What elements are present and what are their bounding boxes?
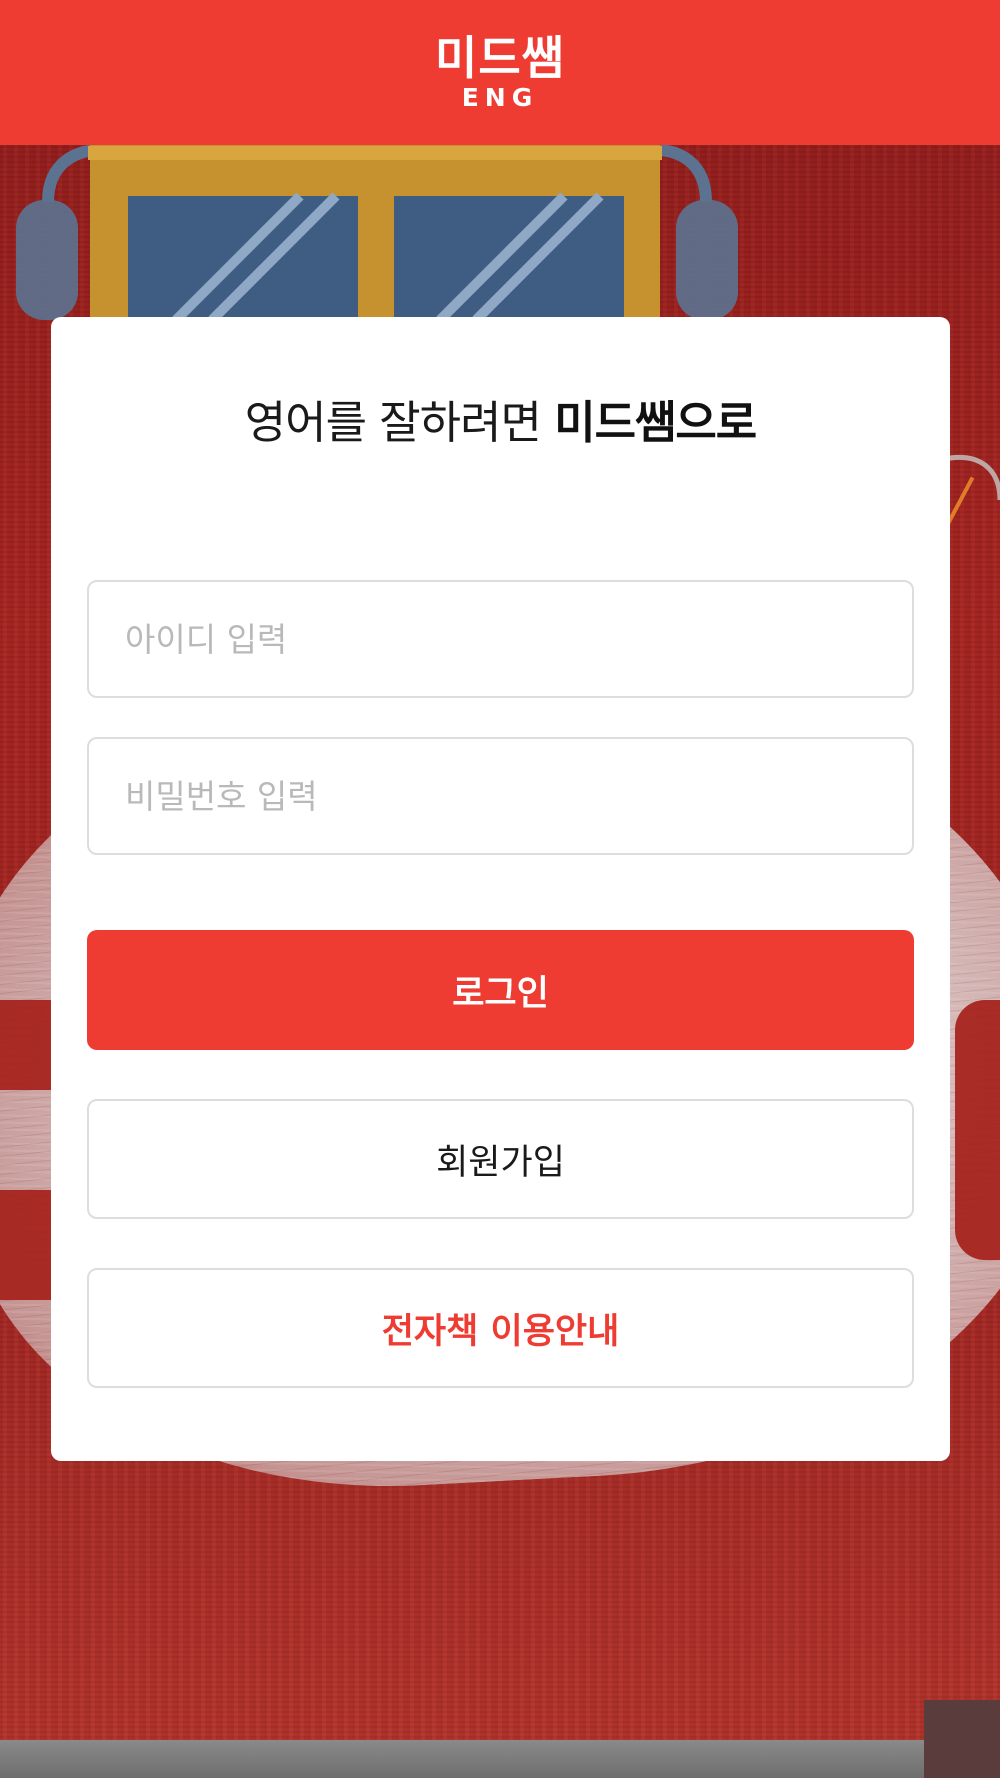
login-tagline: 영어를 잘하려면 미드쌤으로	[51, 395, 950, 451]
logo-subtitle: ENG	[461, 82, 539, 112]
background-bottom-corner	[924, 1700, 1000, 1778]
app-header: 미드쌤 ENG	[0, 0, 1000, 145]
tagline-brand: 미드쌤으로	[554, 396, 757, 449]
login-card: 영어를 잘하려면 미드쌤으로 로그인 회원가입 전자책 이용안내	[51, 317, 950, 1461]
login-button[interactable]: 로그인	[87, 930, 914, 1050]
signup-button[interactable]: 회원가입	[87, 1099, 914, 1219]
signup-button-label: 회원가입	[436, 1142, 565, 1183]
background-letter-right	[955, 1000, 1000, 1260]
login-button-label: 로그인	[452, 973, 549, 1014]
ebook-guide-button-label: 전자책 이용안내	[381, 1311, 620, 1352]
background-bottom-strip	[0, 1740, 1000, 1778]
password-input[interactable]	[87, 737, 914, 855]
logo-wordmark: 미드쌤	[435, 30, 565, 85]
glasses-illustration	[16, 142, 738, 320]
user-id-input[interactable]	[87, 580, 914, 698]
ebook-guide-button[interactable]: 전자책 이용안내	[87, 1268, 914, 1388]
tagline-prefix: 영어를 잘하려면	[244, 396, 542, 449]
background-letter-left-lower	[0, 1190, 52, 1300]
brand-logo[interactable]: 미드쌤 ENG	[435, 34, 565, 112]
